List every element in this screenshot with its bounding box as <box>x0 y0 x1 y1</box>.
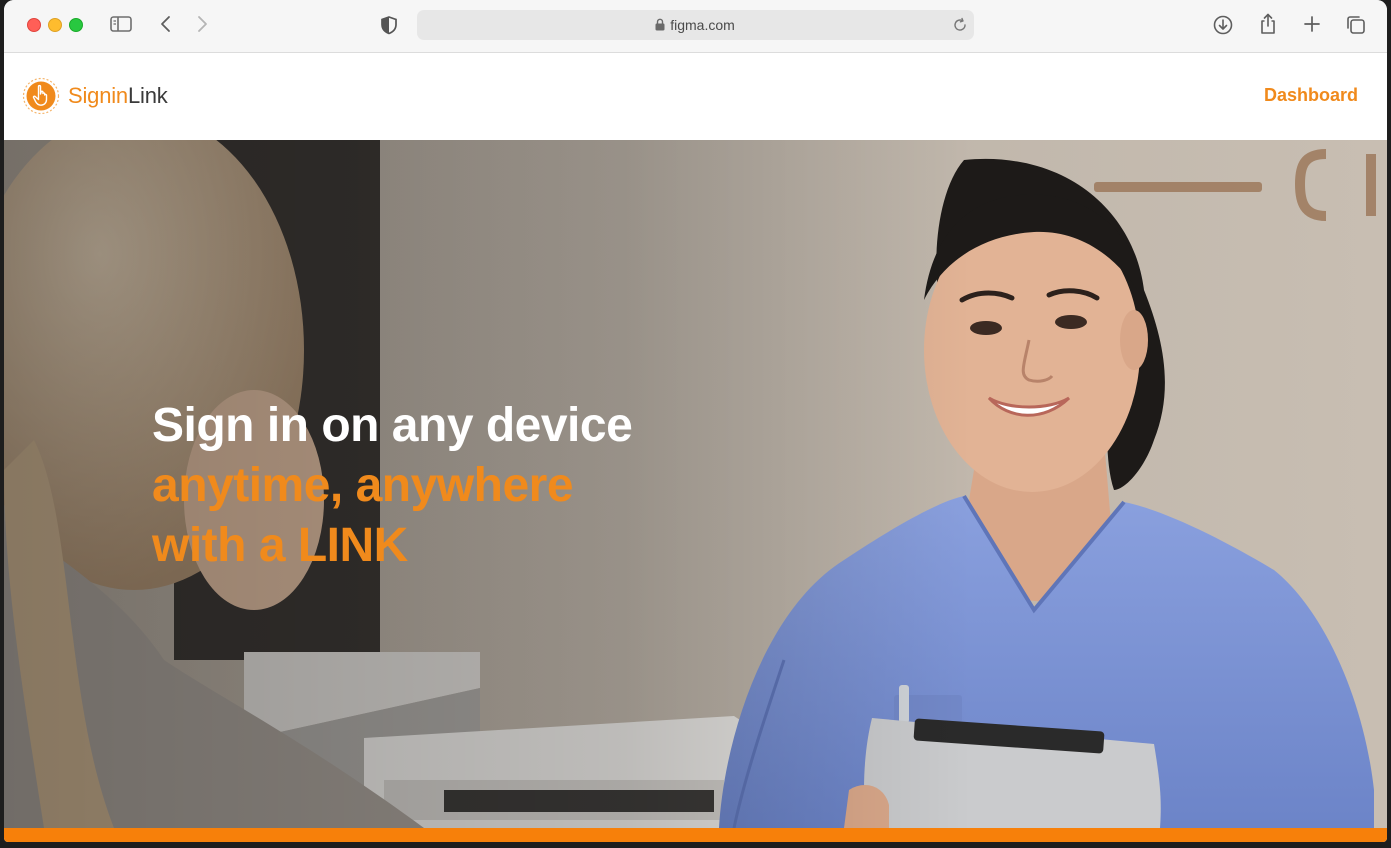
logo-text-signin: Signin <box>68 83 128 108</box>
shield-icon[interactable] <box>380 15 398 35</box>
tabs-overview-icon[interactable] <box>1345 14 1367 36</box>
headline-line-2: anytime, anywhere <box>152 459 574 512</box>
footer-accent-bar <box>4 828 1387 842</box>
logo[interactable]: SigninLink <box>22 77 168 115</box>
new-tab-icon[interactable] <box>1302 14 1322 34</box>
headline-line-3: with a LINK <box>152 519 408 572</box>
headline-line-1: Sign in on any device <box>152 399 633 452</box>
address-bar[interactable]: figma.com <box>417 10 974 40</box>
logo-text: SigninLink <box>68 83 168 109</box>
hero-headline: Sign in on any device anytime, anywhere … <box>152 396 633 576</box>
logo-text-link: Link <box>127 83 168 108</box>
hero-section: Sign in on any device anytime, anywhere … <box>4 140 1387 828</box>
hand-pointer-icon <box>22 77 60 115</box>
url-text: figma.com <box>670 17 735 33</box>
site-header: SigninLink Dashboard <box>4 53 1387 140</box>
forward-icon[interactable] <box>195 14 209 34</box>
back-icon[interactable] <box>159 14 173 34</box>
browser-toolbar: figma.com <box>4 0 1387 53</box>
sidebar-toggle-icon[interactable] <box>109 14 133 34</box>
minimize-window-button[interactable] <box>48 18 62 32</box>
close-window-button[interactable] <box>27 18 41 32</box>
share-icon[interactable] <box>1258 12 1278 36</box>
browser-window: figma.com SigninLink Dashboard Sign in o… <box>4 0 1387 842</box>
download-icon[interactable] <box>1212 14 1234 36</box>
dashboard-link[interactable]: Dashboard <box>1264 85 1358 106</box>
reload-icon[interactable] <box>952 17 968 38</box>
maximize-window-button[interactable] <box>69 18 83 32</box>
